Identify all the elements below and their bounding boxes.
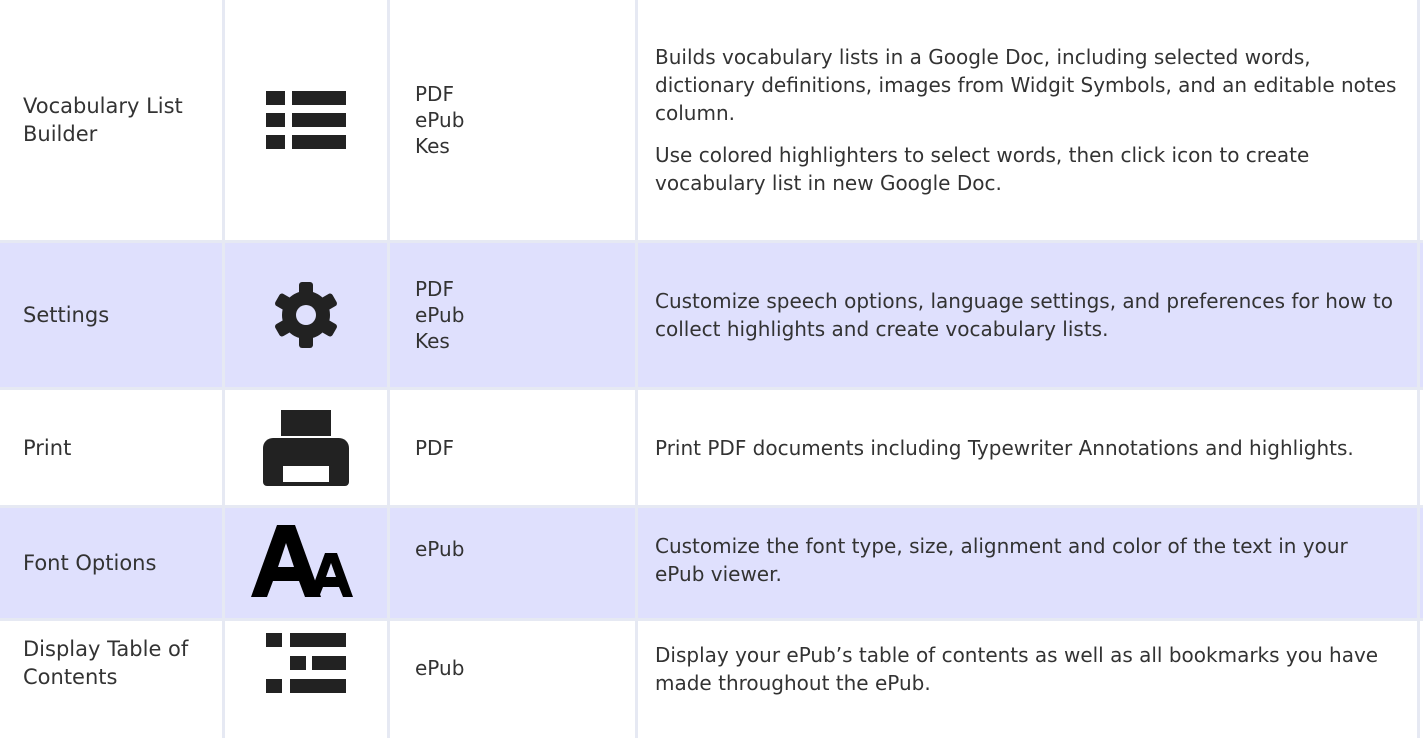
printer-icon: [225, 390, 390, 505]
formats-cell: PDF ePub Kes: [390, 243, 638, 387]
feature-name-text: Settings: [23, 303, 110, 327]
table-row-vocabulary-list-builder: Vocabulary List Builder PDF ePub Kes Bui…: [0, 0, 1423, 240]
table-row-settings: Settings PDF ePub Kes Customize speech o…: [0, 240, 1423, 387]
formats-cell: PDF ePub Kes: [390, 0, 638, 240]
description-cell: Customize speech options, language setti…: [638, 243, 1420, 387]
format-label: PDF: [415, 277, 454, 301]
feature-name-text: Font Options: [23, 551, 157, 575]
table-row-print: Print PDF Print PDF documents including …: [0, 387, 1423, 505]
description-cell: Builds vocabulary lists in a Google Doc,…: [638, 0, 1420, 240]
format-label: PDF: [415, 435, 454, 460]
format-label: ePub: [415, 537, 465, 561]
list-icon: [225, 0, 390, 240]
description-cell: Display your ePub’s table of contents as…: [638, 621, 1420, 738]
formats-cell: ePub: [390, 621, 638, 738]
description-text: Customize speech options, language setti…: [655, 289, 1393, 341]
description-cell: Customize the font type, size, alignment…: [638, 508, 1420, 618]
format-label: ePub: [415, 303, 465, 327]
format-label: PDF: [415, 82, 454, 106]
feature-name: Font Options: [0, 508, 225, 618]
description-text: Display your ePub’s table of contents as…: [655, 643, 1379, 695]
formats-cell: ePub: [390, 508, 638, 618]
table-of-contents-icon: [225, 621, 390, 738]
feature-name-text: Print: [23, 435, 72, 460]
font-options-icon: [225, 508, 390, 618]
feature-name: Display Table of Contents: [0, 621, 225, 738]
description-text: Use colored highlighters to select words…: [655, 143, 1310, 195]
format-label: Kes: [415, 329, 450, 353]
feature-name: Settings: [0, 243, 225, 387]
format-label: ePub: [415, 108, 465, 132]
feature-name: Print: [0, 390, 225, 505]
format-label: Kes: [415, 134, 450, 158]
description-text: Print PDF documents including Typewriter…: [655, 435, 1354, 460]
feature-name-text: Vocabulary List Builder: [23, 94, 183, 146]
description-text: Customize the font type, size, alignment…: [655, 534, 1348, 586]
gear-icon: [225, 243, 390, 387]
feature-name: Vocabulary List Builder: [0, 0, 225, 240]
table-row-font-options: Font Options ePub Customize the font typ…: [0, 505, 1423, 618]
description-text: Builds vocabulary lists in a Google Doc,…: [655, 45, 1397, 125]
table-row-display-table-of-contents: Display Table of Contents ePub Display y…: [0, 618, 1423, 738]
format-label: ePub: [415, 656, 465, 680]
feature-name-text: Display Table of Contents: [23, 637, 189, 689]
features-table: Vocabulary List Builder PDF ePub Kes Bui…: [0, 0, 1423, 738]
description-cell: Print PDF documents including Typewriter…: [638, 390, 1420, 505]
formats-cell: PDF: [390, 390, 638, 505]
